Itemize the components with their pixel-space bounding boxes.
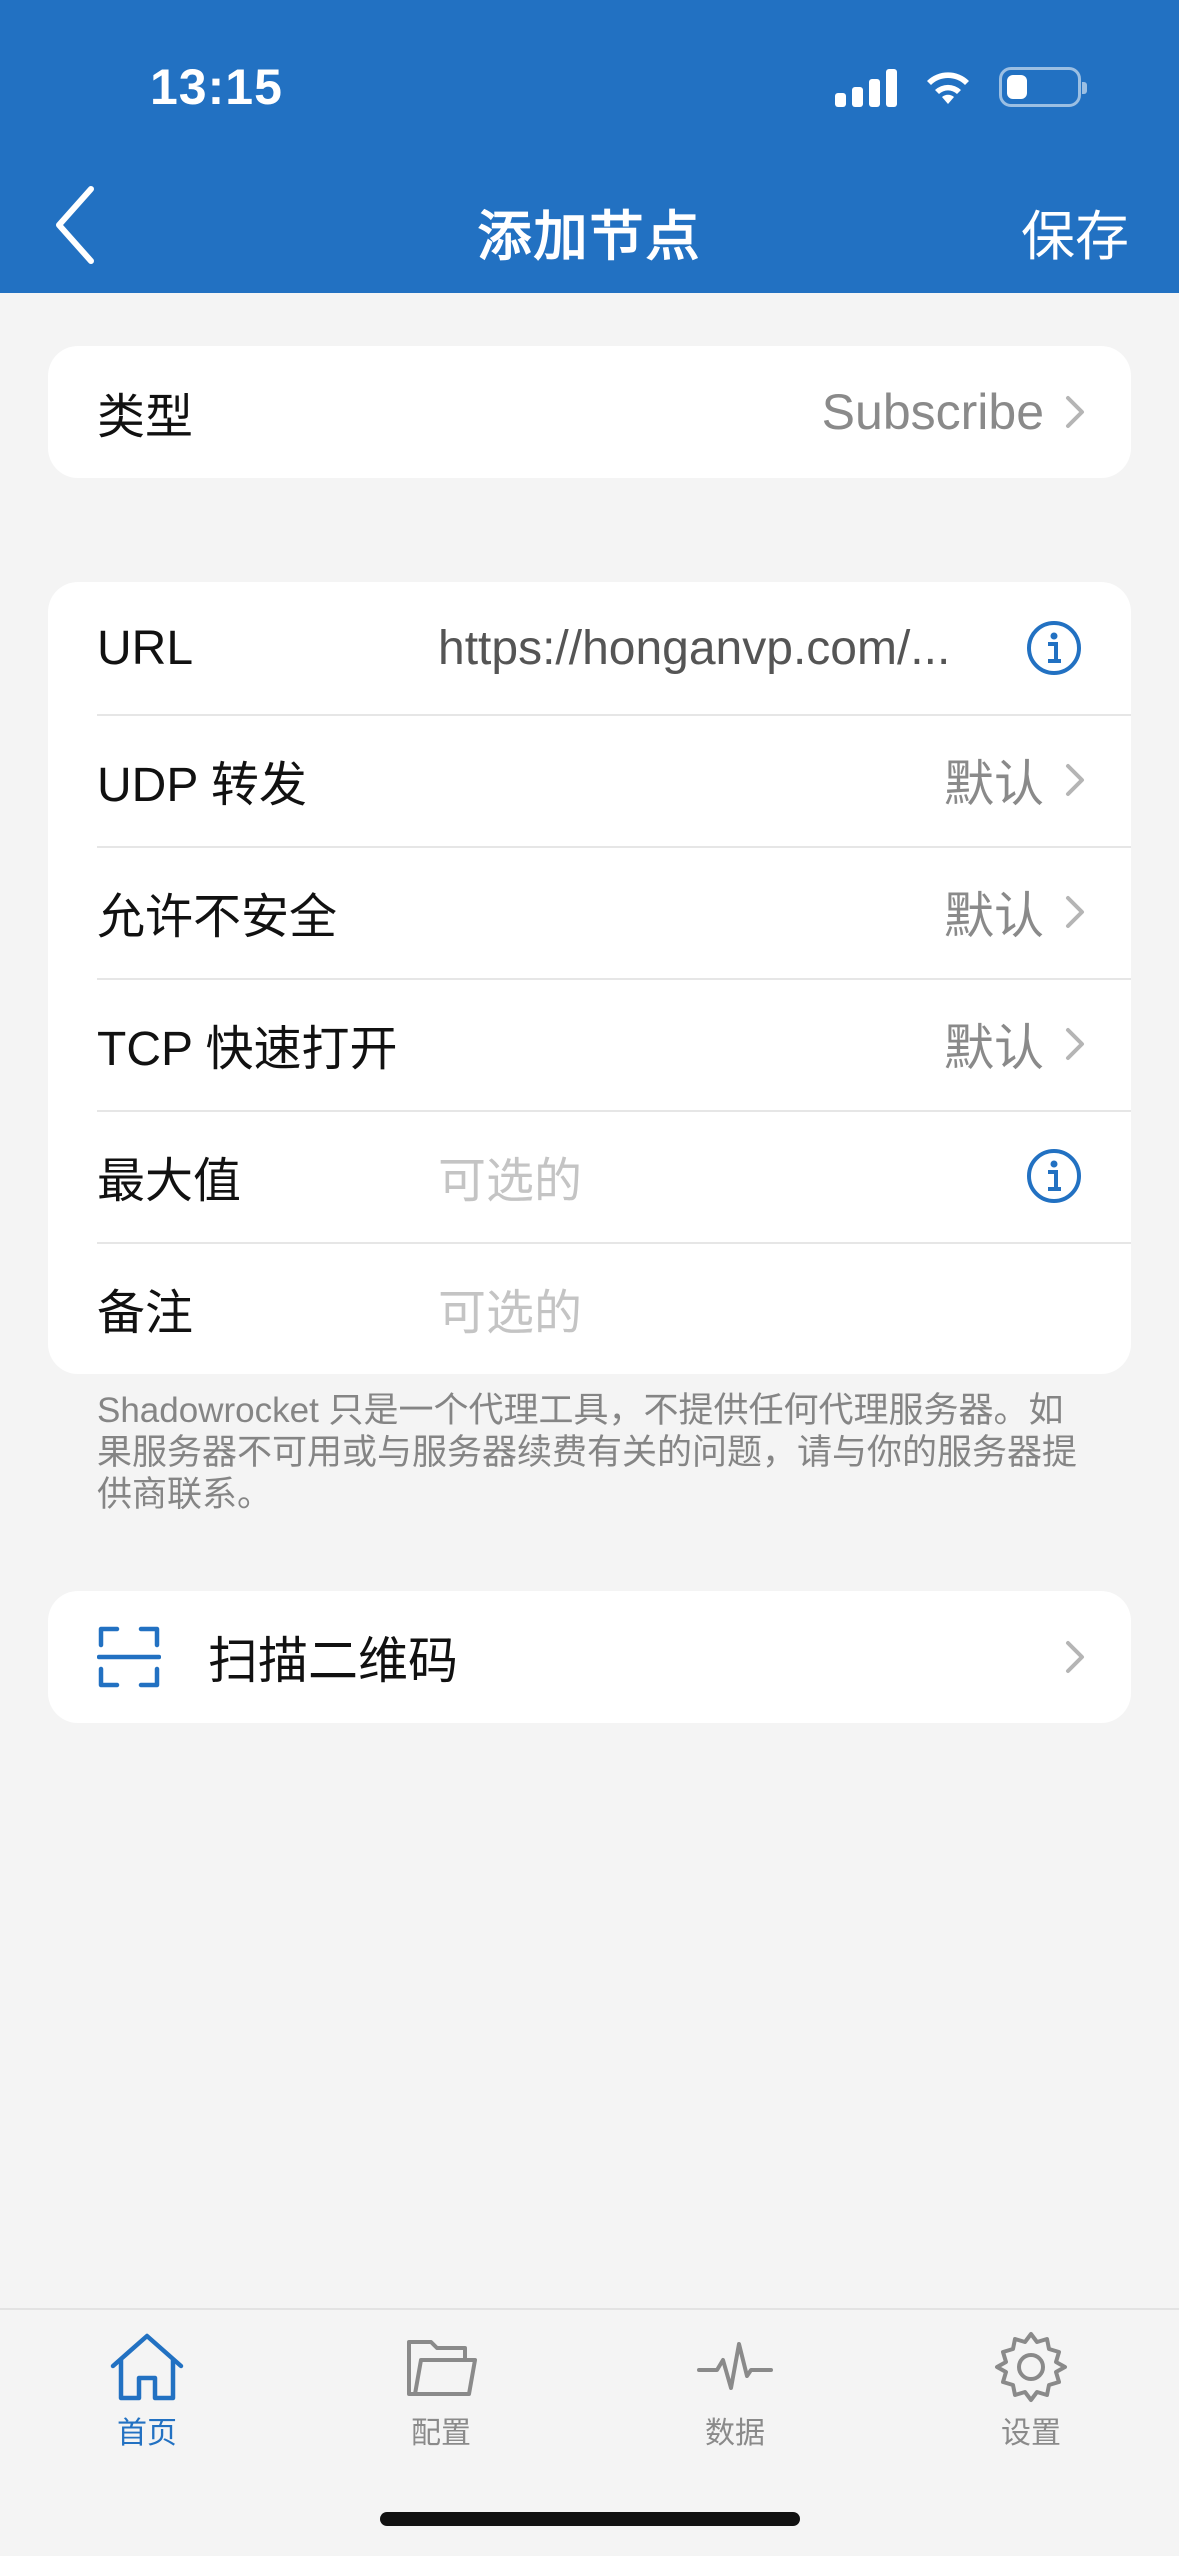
tab-settings[interactable]: 设置 (931, 2330, 1131, 2452)
max-input[interactable]: 可选的 (438, 1141, 582, 1211)
tab-config[interactable]: 配置 (341, 2330, 541, 2452)
remark-label: 备注 (97, 1287, 194, 1340)
tcp-fast-open-value: 默认 (944, 1020, 1044, 1076)
save-button[interactable]: 保存 (1021, 192, 1129, 271)
info-icon[interactable] (1025, 1147, 1083, 1205)
insecure-label: 允许不安全 (97, 891, 338, 944)
max-label: 最大值 (97, 1155, 242, 1208)
chevron-right-icon (1066, 1641, 1084, 1673)
insecure-value: 默认 (944, 888, 1044, 944)
info-icon[interactable] (1025, 619, 1083, 677)
gear-icon (995, 2332, 1067, 2402)
url-row[interactable]: URL https://honganvp.com/... (48, 582, 1131, 714)
chevron-right-icon (1066, 396, 1084, 428)
scan-qr-row[interactable]: 扫描二维码 (48, 1591, 1131, 1723)
tab-label: 数据 (705, 2417, 765, 2450)
wifi-icon (927, 72, 969, 104)
url-field[interactable]: https://honganvp.com/... (438, 621, 950, 676)
type-label: 类型 (97, 391, 194, 444)
type-row[interactable]: 类型 Subscribe (48, 346, 1131, 478)
max-row: 最大值 可选的 (48, 1110, 1131, 1242)
type-value: Subscribe (821, 384, 1044, 440)
page-title: 添加节点 (477, 207, 702, 267)
chevron-right-icon (1066, 896, 1084, 928)
tab-label: 设置 (1001, 2417, 1061, 2450)
home-icon (110, 2333, 184, 2401)
folder-icon (407, 2340, 477, 2396)
qr-scan-icon (97, 1626, 161, 1688)
activity-icon (697, 2342, 773, 2390)
remark-input[interactable]: 可选的 (438, 1273, 582, 1343)
tab-label: 首页 (117, 2417, 177, 2450)
chevron-right-icon (1066, 1028, 1084, 1060)
status-time: 13:15 (150, 59, 283, 115)
udp-value: 默认 (944, 756, 1044, 812)
insecure-row[interactable]: 允许不安全 默认 (48, 846, 1131, 978)
url-label: URL (97, 621, 194, 675)
tcp-fast-open-row[interactable]: TCP 快速打开 默认 (48, 978, 1131, 1110)
scan-card: 扫描二维码 (48, 1591, 1131, 1723)
udp-row[interactable]: UDP 转发 默认 (48, 714, 1131, 846)
battery-icon (999, 67, 1087, 107)
scan-label: 扫描二维码 (208, 1633, 458, 1689)
chevron-right-icon (1066, 764, 1084, 796)
tab-home[interactable]: 首页 (47, 2330, 247, 2452)
tcp-fast-open-label: TCP 快速打开 (97, 1023, 398, 1076)
type-card: 类型 Subscribe (48, 346, 1131, 478)
nav-header: 13:15 添加节点 保存 (0, 0, 1179, 293)
remark-row: 备注 可选的 (48, 1242, 1131, 1374)
tab-label: 配置 (411, 2417, 471, 2450)
home-indicator (380, 2512, 800, 2526)
settings-card: URL https://honganvp.com/... UDP 转发 默认 允… (48, 582, 1131, 1374)
disclaimer-text: Shadowrocket 只是一个代理工具，不提供任何代理服务器。如果服务器不可… (97, 1391, 1078, 1514)
status-icons (835, 62, 1087, 112)
udp-label: UDP 转发 (97, 759, 307, 812)
cellular-signal-icon (835, 67, 897, 107)
tab-data[interactable]: 数据 (635, 2330, 835, 2452)
